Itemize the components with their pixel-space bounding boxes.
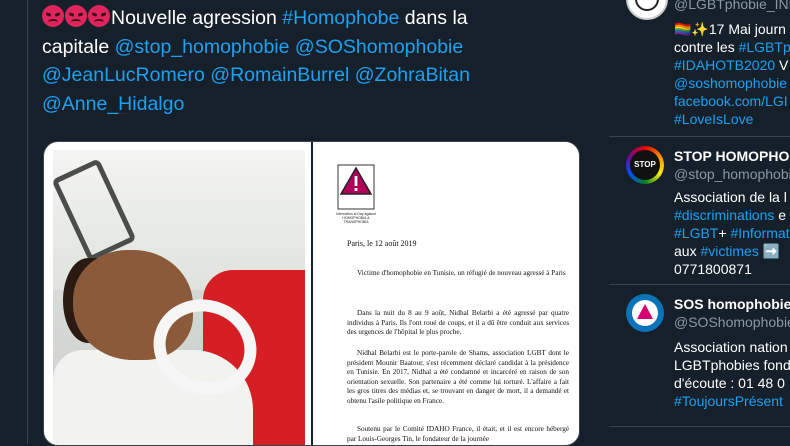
account-handle[interactable]: @stop_homophobi — [674, 166, 790, 182]
hashtag-link[interactable]: #Homophobe — [282, 7, 399, 29]
divider — [609, 136, 790, 137]
mention-link[interactable]: @stop_homophobie — [115, 36, 290, 58]
lgbtphobie-logo-icon — [630, 0, 664, 16]
mention-link[interactable]: @Anne_Hidalgo — [42, 93, 184, 115]
mention-link[interactable]: @ZohraBitan — [355, 64, 470, 86]
pouting-face-icon — [88, 5, 110, 27]
pouting-face-icon — [65, 5, 87, 27]
tweet-line: Nouvelle agression #Homophobe dans la — [42, 4, 562, 33]
hashtag-link[interactable]: #victimes — [700, 243, 758, 259]
divider — [609, 426, 790, 427]
sos-homophobie-logo-icon — [632, 300, 658, 326]
tweet-line: @JeanLucRomero @RomainBurrel @ZohraBitan — [42, 61, 562, 90]
bio-text: ➡️ — [758, 243, 781, 259]
url-link[interactable]: facebook.com/LGI — [674, 93, 788, 109]
bio-text: 0771800871 — [674, 261, 752, 277]
hashtag-link[interactable]: #discriminations — [674, 207, 774, 223]
bio-text: Association nation — [674, 339, 788, 355]
tweet-line: @Anne_Hidalgo — [42, 90, 562, 119]
idaho-logo-icon — [337, 164, 375, 210]
tweet-line: capitale @stop_homophobie @SOShomophobie — [42, 33, 562, 62]
bio-text: e — [774, 207, 787, 223]
account-bio: Association de la l #discriminations e #… — [674, 188, 790, 278]
hashtag-link[interactable]: #IDAHOTB2020 — [674, 57, 775, 73]
tweet-text-run: Nouvelle agression — [111, 7, 283, 29]
logo-caption: Internation al Day against HOMOPHOBIA & … — [336, 212, 376, 224]
letter-date: Paris, le 12 août 2019 — [347, 239, 417, 248]
bio-text: LGBTphobies fond — [674, 357, 790, 373]
tweet-column: Nouvelle agression #Homophobe dans la ca… — [27, 0, 610, 446]
tweet-text: Nouvelle agression #Homophobe dans la ca… — [42, 4, 562, 118]
letter-paragraph: Soutenu par le Comité IDAHO France, il é… — [347, 425, 569, 443]
account-bio: Association nation LGBTphobies fond d'éc… — [674, 338, 790, 410]
who-to-follow-sidebar: @LGBTphobie_INF 🏳️‍🌈✨17 Mai journ contre… — [609, 0, 790, 444]
bio-text: V — [775, 57, 789, 73]
account-handle[interactable]: @LGBTphobie_INF — [674, 0, 790, 12]
bio-text: Association de la l — [674, 189, 787, 205]
letter-paragraph: Nidhal Belarbi est le porte-parole de Sh… — [347, 349, 569, 405]
pouting-face-icon — [42, 5, 64, 27]
hashtag-link[interactable]: #Informat — [730, 225, 789, 241]
stop-logo-icon: STOP — [630, 150, 660, 180]
bio-text: + — [718, 225, 731, 241]
letter-paragraph: Dans la nuit du 8 au 9 août, Nidhal Bela… — [347, 309, 569, 337]
press-release-image[interactable]: Internation al Day against HOMOPHOBIA & … — [313, 142, 579, 445]
mention-link[interactable]: @RomainBurrel — [210, 64, 349, 86]
hashtag-link[interactable]: #LGBT — [674, 225, 718, 241]
bio-text: d'écoute : 01 48 0 — [674, 375, 785, 391]
hashtag-link[interactable]: #ToujoursPrésent — [674, 393, 783, 409]
tweet-text-run: capitale — [42, 35, 115, 58]
account-handle[interactable]: @SOShomophobie — [674, 314, 790, 330]
mention-link[interactable]: @JeanLucRomero — [42, 64, 205, 86]
divider — [609, 284, 790, 285]
account-name[interactable]: SOS homophobie — [674, 296, 790, 312]
mention-link[interactable]: @soshomophobie — [674, 75, 787, 91]
account-bio: 🏳️‍🌈✨17 Mai journ contre les #LGBTp #IDA… — [674, 20, 790, 128]
avatar[interactable]: STOP — [626, 146, 664, 184]
tweet-text-run: dans la — [399, 7, 468, 29]
avatar[interactable] — [626, 294, 664, 332]
bio-text: contre les — [674, 39, 739, 55]
avatar[interactable] — [626, 0, 668, 20]
mention-link[interactable]: @SOShomophobie — [295, 36, 463, 58]
bio-text: 🏳️‍🌈✨17 Mai journ — [674, 21, 786, 37]
hashtag-link[interactable]: #LGBTp — [739, 39, 790, 55]
letter-subject: Victime d'homophobie en Tunisie, un réfu… — [357, 269, 566, 277]
victim-photo[interactable] — [53, 150, 305, 445]
tweet-media[interactable]: Internation al Day against HOMOPHOBIA & … — [43, 141, 580, 446]
hashtag-link[interactable]: #LoveIsLove — [674, 111, 753, 127]
bio-text: aux — [674, 243, 701, 259]
account-name[interactable]: STOP HOMOPHO — [674, 148, 789, 164]
